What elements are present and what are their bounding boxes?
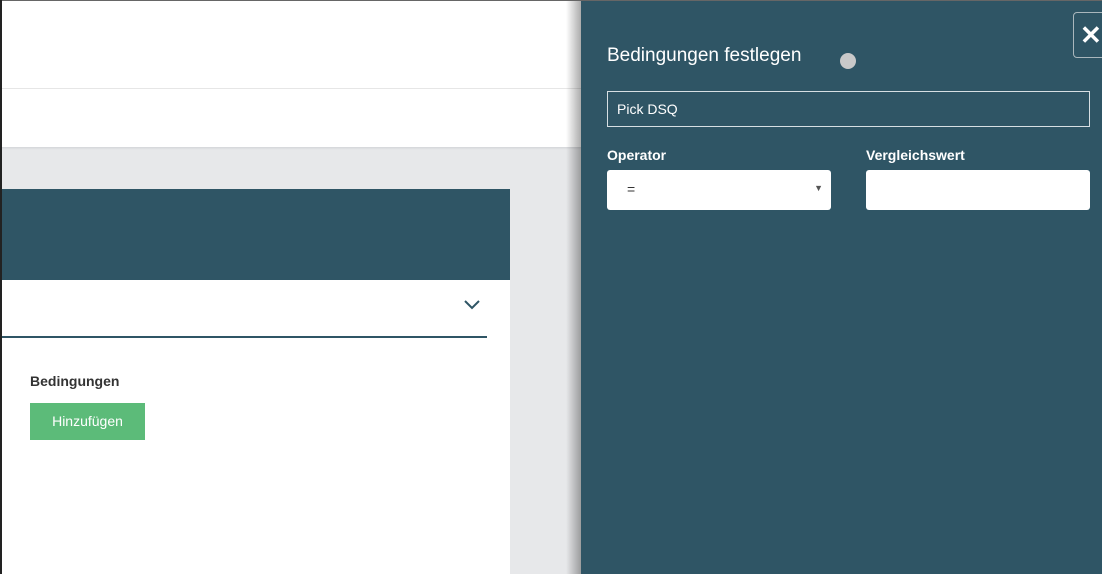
chevron-down-icon[interactable] [463, 296, 481, 314]
window-top-border [0, 0, 1102, 1]
conditions-side-panel: Bedingungen festlegen ✕ Pick DSQ Operato… [581, 0, 1102, 574]
top-header-bar [2, 1, 602, 89]
compare-value-input[interactable] [866, 170, 1090, 210]
panel-title: Bedingungen festlegen [607, 45, 802, 66]
operator-select[interactable]: = ▼ [607, 170, 831, 210]
operator-selected-value: = [627, 181, 636, 197]
sub-header-bar [2, 89, 602, 147]
close-button[interactable]: ✕ [1073, 12, 1102, 58]
window-left-border [0, 0, 2, 574]
conditions-label: Bedingungen [30, 373, 120, 389]
panel-shadow [566, 0, 582, 574]
add-condition-button[interactable]: Hinzufügen [30, 403, 145, 440]
card-header [2, 189, 510, 280]
card-dropdown[interactable] [2, 280, 487, 338]
condition-card: Bedingungen Hinzufügen [2, 189, 510, 574]
operator-label: Operator [607, 147, 667, 163]
status-dot-icon [840, 53, 856, 69]
app-window: Bedingungen Hinzufügen Bedingungen festl… [0, 0, 1102, 574]
close-icon: ✕ [1080, 20, 1102, 50]
dropdown-arrow-icon: ▼ [814, 183, 823, 193]
condition-name-field[interactable]: Pick DSQ [607, 91, 1090, 127]
compare-value-label: Vergleichswert [866, 147, 965, 163]
